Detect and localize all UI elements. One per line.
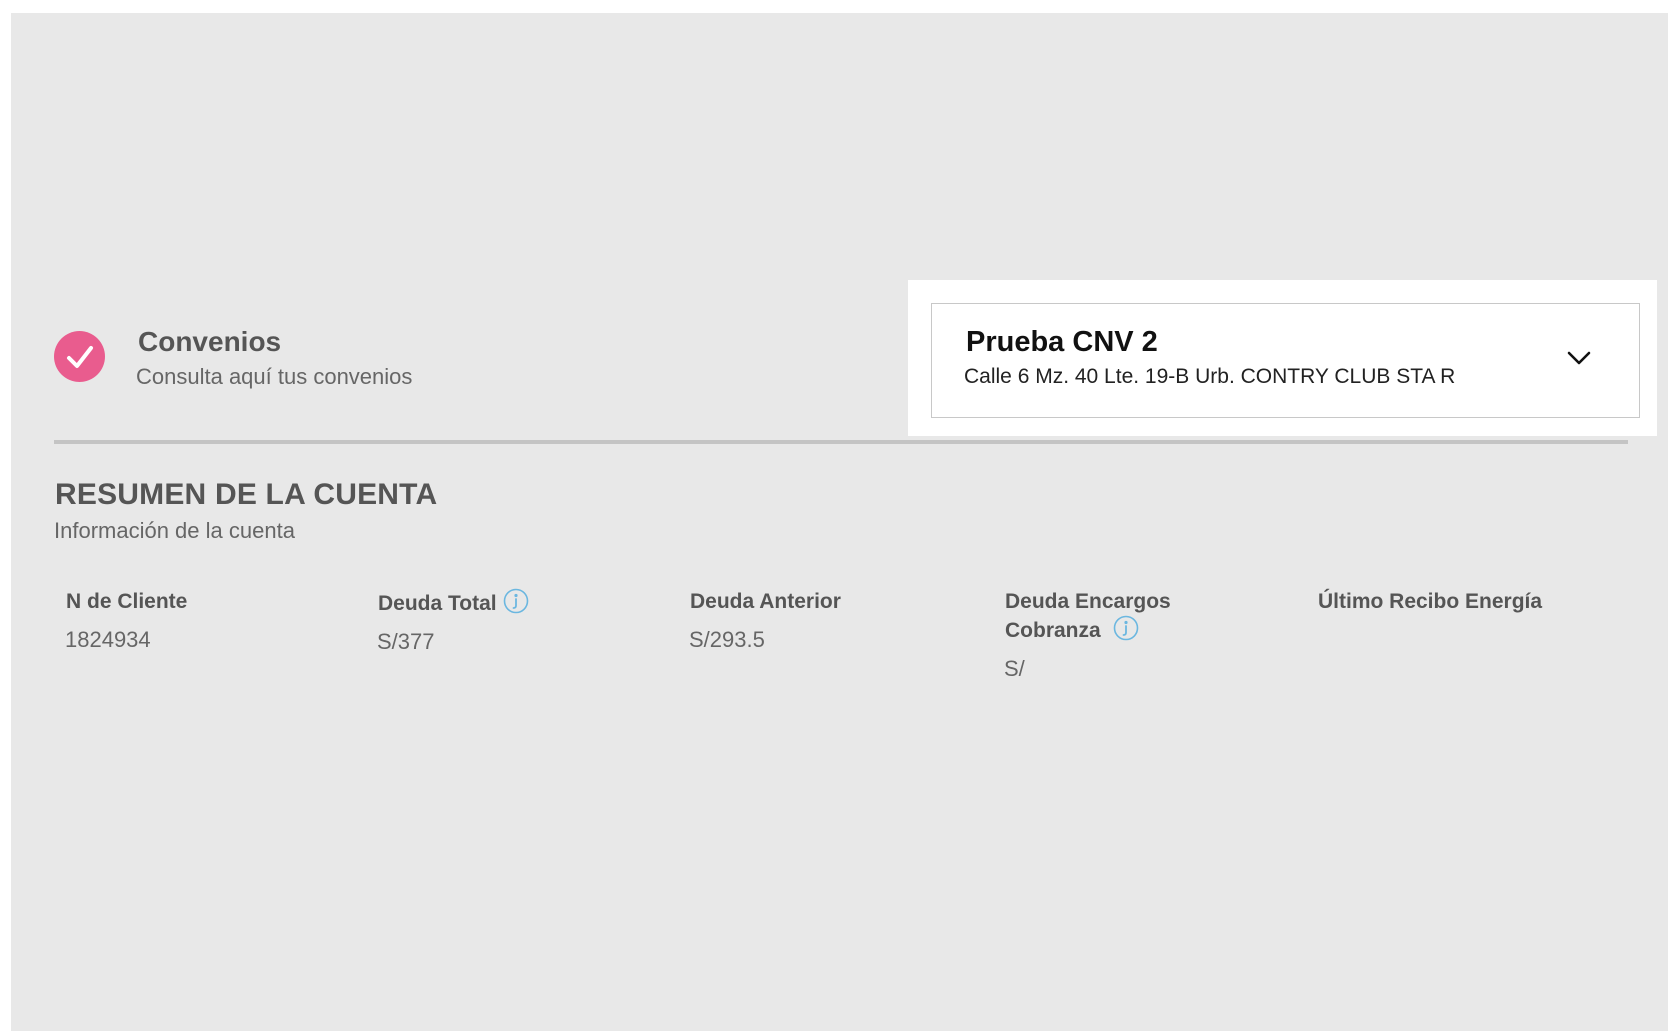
- collection-debt-label-line1: Deuda Encargos: [1005, 590, 1171, 613]
- client-number-field: N de Cliente 1824934: [65, 588, 366, 653]
- collection-debt-label-row: Cobranza: [1005, 615, 1305, 644]
- collection-debt-field: Deuda Encargos Cobranza S/: [1004, 588, 1305, 682]
- total-debt-value: S/377: [377, 629, 435, 654]
- previous-debt-field: Deuda Anterior S/293.5: [689, 588, 990, 653]
- check-circle-icon: [54, 331, 105, 382]
- previous-debt-label: Deuda Anterior: [690, 590, 841, 613]
- agreements-title: Convenios: [138, 326, 282, 357]
- collection-debt-value: S/: [1004, 656, 1025, 681]
- collection-debt-label-line2: Cobranza: [1005, 619, 1101, 642]
- account-address: Calle 6 Mz. 40 Lte. 19-B Urb. CONTRY CLU…: [964, 365, 1456, 388]
- total-debt-label-row: Deuda Total: [378, 588, 678, 617]
- agreements-subtitle: Consulta aquí tus convenios: [136, 364, 413, 389]
- chevron-down-icon[interactable]: [1566, 348, 1592, 368]
- last-energy-receipt-field: Último Recibo Energía: [1318, 588, 1618, 627]
- client-number-value: 1824934: [65, 627, 151, 652]
- section-divider: [54, 440, 1628, 444]
- summary-subtitle: Información de la cuenta: [54, 518, 295, 543]
- account-selector-dropdown[interactable]: Prueba CNV 2 Calle 6 Mz. 40 Lte. 19-B Ur…: [931, 303, 1640, 418]
- account-name: Prueba CNV 2: [966, 326, 1158, 358]
- info-icon[interactable]: [503, 588, 529, 614]
- previous-debt-value: S/293.5: [689, 627, 765, 652]
- agreements-header: Convenios Consulta aquí tus convenios: [54, 312, 754, 392]
- info-icon[interactable]: [1113, 615, 1139, 641]
- total-debt-label: Deuda Total: [378, 592, 497, 615]
- last-energy-receipt-label: Último Recibo Energía: [1318, 590, 1543, 613]
- summary-title: RESUMEN DE LA CUENTA: [55, 478, 438, 511]
- account-selector-container: Prueba CNV 2 Calle 6 Mz. 40 Lte. 19-B Ur…: [908, 280, 1657, 436]
- total-debt-field: Deuda Total S/377: [377, 588, 678, 655]
- client-number-label: N de Cliente: [66, 590, 188, 613]
